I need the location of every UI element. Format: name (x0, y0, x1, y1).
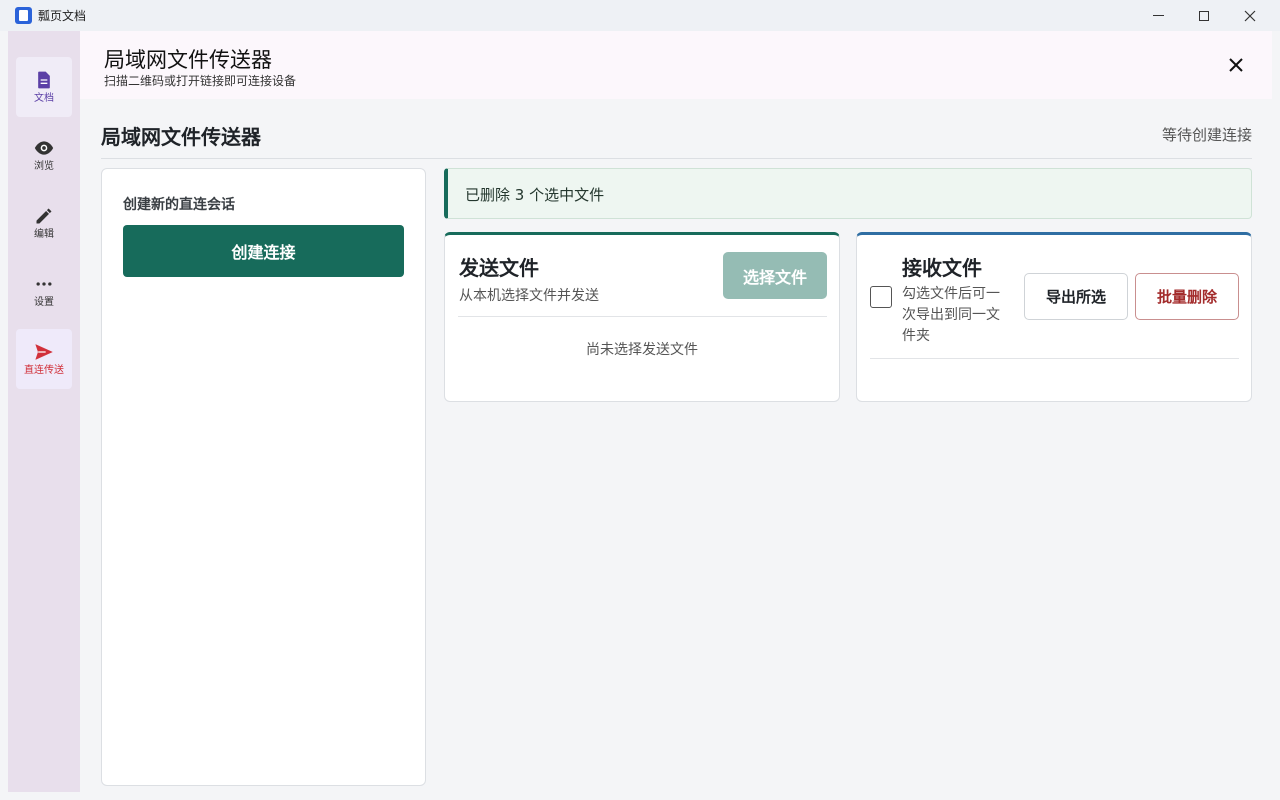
connection-status: 等待创建连接 (1161, 126, 1252, 144)
select-files-button[interactable]: 选择文件 (723, 252, 827, 299)
notice-banner: 已删除 3 个选中文件 (444, 168, 1252, 219)
rail-item-label: 文档 (34, 92, 54, 104)
send-files-card: 发送文件 从本机选择文件并发送 选择文件 尚未选择发送文件 (444, 232, 840, 402)
window-close-button[interactable] (1227, 0, 1273, 31)
notice-text: 已删除 3 个选中文件 (465, 186, 605, 204)
batch-delete-button[interactable]: 批量删除 (1135, 273, 1239, 320)
send-title: 发送文件 (459, 256, 539, 280)
app-logo-icon (15, 7, 32, 24)
minimize-button[interactable] (1135, 0, 1181, 31)
nav-rail: 文档 浏览 编辑 设置 直连传送 (8, 31, 80, 792)
send-icon (35, 343, 53, 360)
rail-item-label: 设置 (34, 296, 54, 308)
header-title: 局域网文件传送器 (104, 48, 272, 72)
pencil-icon (36, 208, 52, 223)
send-empty-state: 尚未选择发送文件 (586, 342, 698, 358)
title-divider (101, 158, 1252, 159)
rail-item-label: 编辑 (34, 228, 54, 240)
maximize-button[interactable] (1181, 0, 1227, 31)
dialog-header: 局域网文件传送器 扫描二维码或打开链接即可连接设备 (80, 31, 1272, 99)
select-all-checkbox[interactable] (870, 286, 892, 308)
maximize-icon (1199, 10, 1209, 21)
rail-item-direct-send[interactable]: 直连传送 (16, 329, 72, 389)
rail-item-settings[interactable]: 设置 (16, 261, 72, 321)
eye-icon (34, 140, 54, 155)
minimize-icon (1152, 15, 1164, 16)
send-subtitle: 从本机选择文件并发送 (459, 288, 599, 304)
receive-files-card: 接收文件 勾选文件后可一次导出到同一文件夹 导出所选 批量删除 (856, 232, 1252, 402)
receive-hint: 勾选文件后可一次导出到同一文件夹 (902, 286, 1000, 344)
header-subtitle: 扫描二维码或打开链接即可连接设备 (104, 74, 297, 88)
app-title: 瓢页文档 (38, 9, 87, 23)
dialog-close-button[interactable] (1224, 53, 1248, 77)
close-icon (1229, 58, 1243, 72)
title-bar: 瓢页文档 (0, 0, 1280, 31)
document-icon (38, 71, 50, 88)
rail-item-edit[interactable]: 编辑 (16, 193, 72, 253)
rail-item-label: 浏览 (34, 160, 54, 172)
create-connection-button[interactable]: 创建连接 (123, 225, 404, 277)
app-window: 瓢页文档 文档 浏览 编辑 设置 直连传送 局域网文件传送器 扫描二维码或打开链… (0, 0, 1280, 800)
receive-divider (870, 358, 1239, 359)
close-icon (1244, 10, 1256, 21)
receive-title: 接收文件 (902, 256, 982, 280)
rail-item-browse[interactable]: 浏览 (16, 125, 72, 185)
more-dots-icon (36, 281, 52, 286)
rail-item-documents[interactable]: 文档 (16, 57, 72, 117)
session-panel: 创建新的直连会话 创建连接 (101, 168, 426, 786)
session-label: 创建新的直连会话 (123, 197, 235, 213)
page-title: 局域网文件传送器 (101, 125, 261, 149)
rail-item-label: 直连传送 (24, 364, 64, 376)
send-divider (458, 316, 827, 317)
export-selected-button[interactable]: 导出所选 (1024, 273, 1128, 320)
